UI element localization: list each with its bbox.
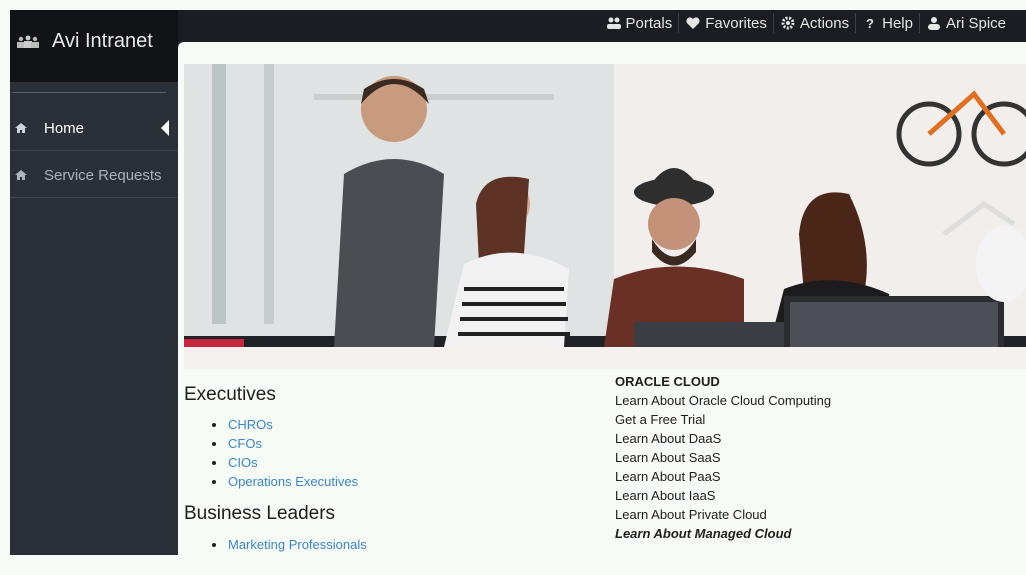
app-title: Avi Intranet [52,30,153,52]
main-content: Executives CHROs CFOs CIOs Operations Ex… [178,42,1026,555]
business-leaders-links: Marketing Professionals [212,535,367,554]
sidebar-item-label: Home [44,119,85,137]
hero-band [184,347,1026,369]
hero-banner [184,64,1026,347]
oracle-cloud-heading: ORACLE CLOUD [615,374,720,389]
favorites-menu[interactable]: Favorites [679,12,773,34]
audience-column: Executives CHROs CFOs CIOs Operations Ex… [184,369,601,555]
users-icon [606,17,621,29]
sidebar-item-label: Service Requests [44,166,162,184]
home-icon [15,123,27,133]
svg-text:?: ? [866,16,874,30]
link-daas[interactable]: Learn About DaaS [615,431,721,446]
user-icon [927,17,940,30]
link-cfos[interactable]: CFOs [212,434,358,453]
active-indicator [161,120,169,136]
link-paas[interactable]: Learn About PaaS [615,469,721,484]
link-operations-executives[interactable]: Operations Executives [212,472,358,491]
oracle-cloud-column: ORACLE CLOUD Learn About Oracle Cloud Co… [609,369,1026,555]
actions-menu[interactable]: Actions [774,12,855,34]
home-icon [15,170,27,180]
actions-label: Actions [799,14,850,32]
link-saas[interactable]: Learn About SaaS [615,450,721,465]
section-heading-executives: Executives [184,384,276,405]
help-label: Help [882,14,913,32]
gear-icon [781,16,795,30]
sidebar: Home Service Requests [10,82,178,555]
link-private-cloud[interactable]: Learn About Private Cloud [615,507,767,522]
link-oracle-cloud-computing[interactable]: Learn About Oracle Cloud Computing [615,393,831,408]
top-nav: Portals Favorites Actions ? Help Ari Spi… [600,12,1012,34]
link-chros[interactable]: CHROs [212,415,358,434]
link-cios[interactable]: CIOs [212,453,358,472]
help-menu[interactable]: ? Help [856,12,919,34]
brand[interactable]: Avi Intranet [10,10,178,82]
heart-icon [686,17,700,29]
user-label: Ari Spice [945,14,1006,32]
link-free-trial[interactable]: Get a Free Trial [615,412,705,427]
link-iaas[interactable]: Learn About IaaS [615,488,715,503]
portals-menu[interactable]: Portals [600,12,679,34]
sidebar-item-service-requests[interactable]: Service Requests [10,153,177,198]
section-heading-business-leaders: Business Leaders [184,503,336,524]
team-photo [184,64,1026,347]
link-marketing-professionals[interactable]: Marketing Professionals [212,535,367,554]
favorites-label: Favorites [705,14,767,32]
sidebar-divider [12,92,166,93]
link-managed-cloud[interactable]: Learn About Managed Cloud [615,526,791,541]
sidebar-item-home[interactable]: Home [10,106,177,151]
executives-links: CHROs CFOs CIOs Operations Executives [212,415,358,491]
user-menu[interactable]: Ari Spice [920,12,1012,34]
portals-label: Portals [625,14,673,32]
group-logo-icon [17,35,39,48]
question-icon: ? [866,16,874,30]
